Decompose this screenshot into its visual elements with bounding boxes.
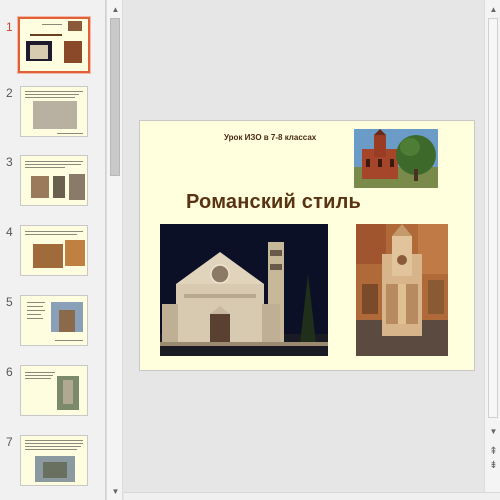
slide-number: 2: [6, 86, 13, 100]
editor-scrollbar[interactable]: ▲ ▼ ⇞ ⇟: [484, 0, 500, 492]
slide-thumbnail-7[interactable]: [20, 435, 88, 486]
scroll-up-arrow-icon[interactable]: ▲: [110, 4, 121, 15]
slide-number: 4: [6, 225, 13, 239]
scroll-down-arrow-icon[interactable]: ▼: [110, 486, 121, 497]
slide-number: 6: [6, 365, 13, 379]
scrollbar-thumb[interactable]: [110, 18, 120, 176]
basilica-photo[interactable]: [160, 224, 328, 356]
slide-number: 7: [6, 435, 13, 449]
slide-number: 3: [6, 155, 13, 169]
slide-thumbnail-4[interactable]: [20, 225, 88, 276]
slide-thumbnail-1[interactable]: [18, 17, 90, 73]
slide-number: 5: [6, 295, 13, 309]
slide-thumbnails-panel: 1 2 3 4 5 6 7: [0, 0, 106, 500]
slide-thumbnail-3[interactable]: [20, 155, 88, 206]
previous-slide-icon[interactable]: ⇞: [488, 446, 499, 457]
scrollbar-thumb[interactable]: [488, 18, 498, 418]
next-slide-icon[interactable]: ⇟: [488, 460, 499, 471]
slide-thumbnail-2[interactable]: [20, 86, 88, 137]
slide-title[interactable]: Романский стиль: [186, 191, 361, 214]
slide-number: 1: [6, 20, 13, 34]
slide-editing-area: Урок ИЗО в 7-8 классах Романский стиль: [124, 0, 484, 492]
slide-thumbnail-5[interactable]: [20, 295, 88, 346]
scroll-down-arrow-icon[interactable]: ▼: [488, 426, 499, 437]
aerial-cathedral-photo[interactable]: [356, 224, 448, 356]
presentation-editor: 1 2 3 4 5 6 7 ▲ ▼ Урок ИЗО в 7-8 классах…: [0, 0, 500, 500]
thumbnails-scrollbar[interactable]: ▲ ▼: [106, 0, 123, 500]
church-photo-small[interactable]: [354, 129, 438, 188]
slide-subtitle[interactable]: Урок ИЗО в 7-8 классах: [224, 133, 316, 142]
slide-thumbnail-6[interactable]: [20, 365, 88, 416]
current-slide[interactable]: Урок ИЗО в 7-8 классах Романский стиль: [139, 120, 475, 371]
scroll-up-arrow-icon[interactable]: ▲: [488, 4, 499, 15]
horizontal-scrollbar[interactable]: [124, 492, 500, 500]
